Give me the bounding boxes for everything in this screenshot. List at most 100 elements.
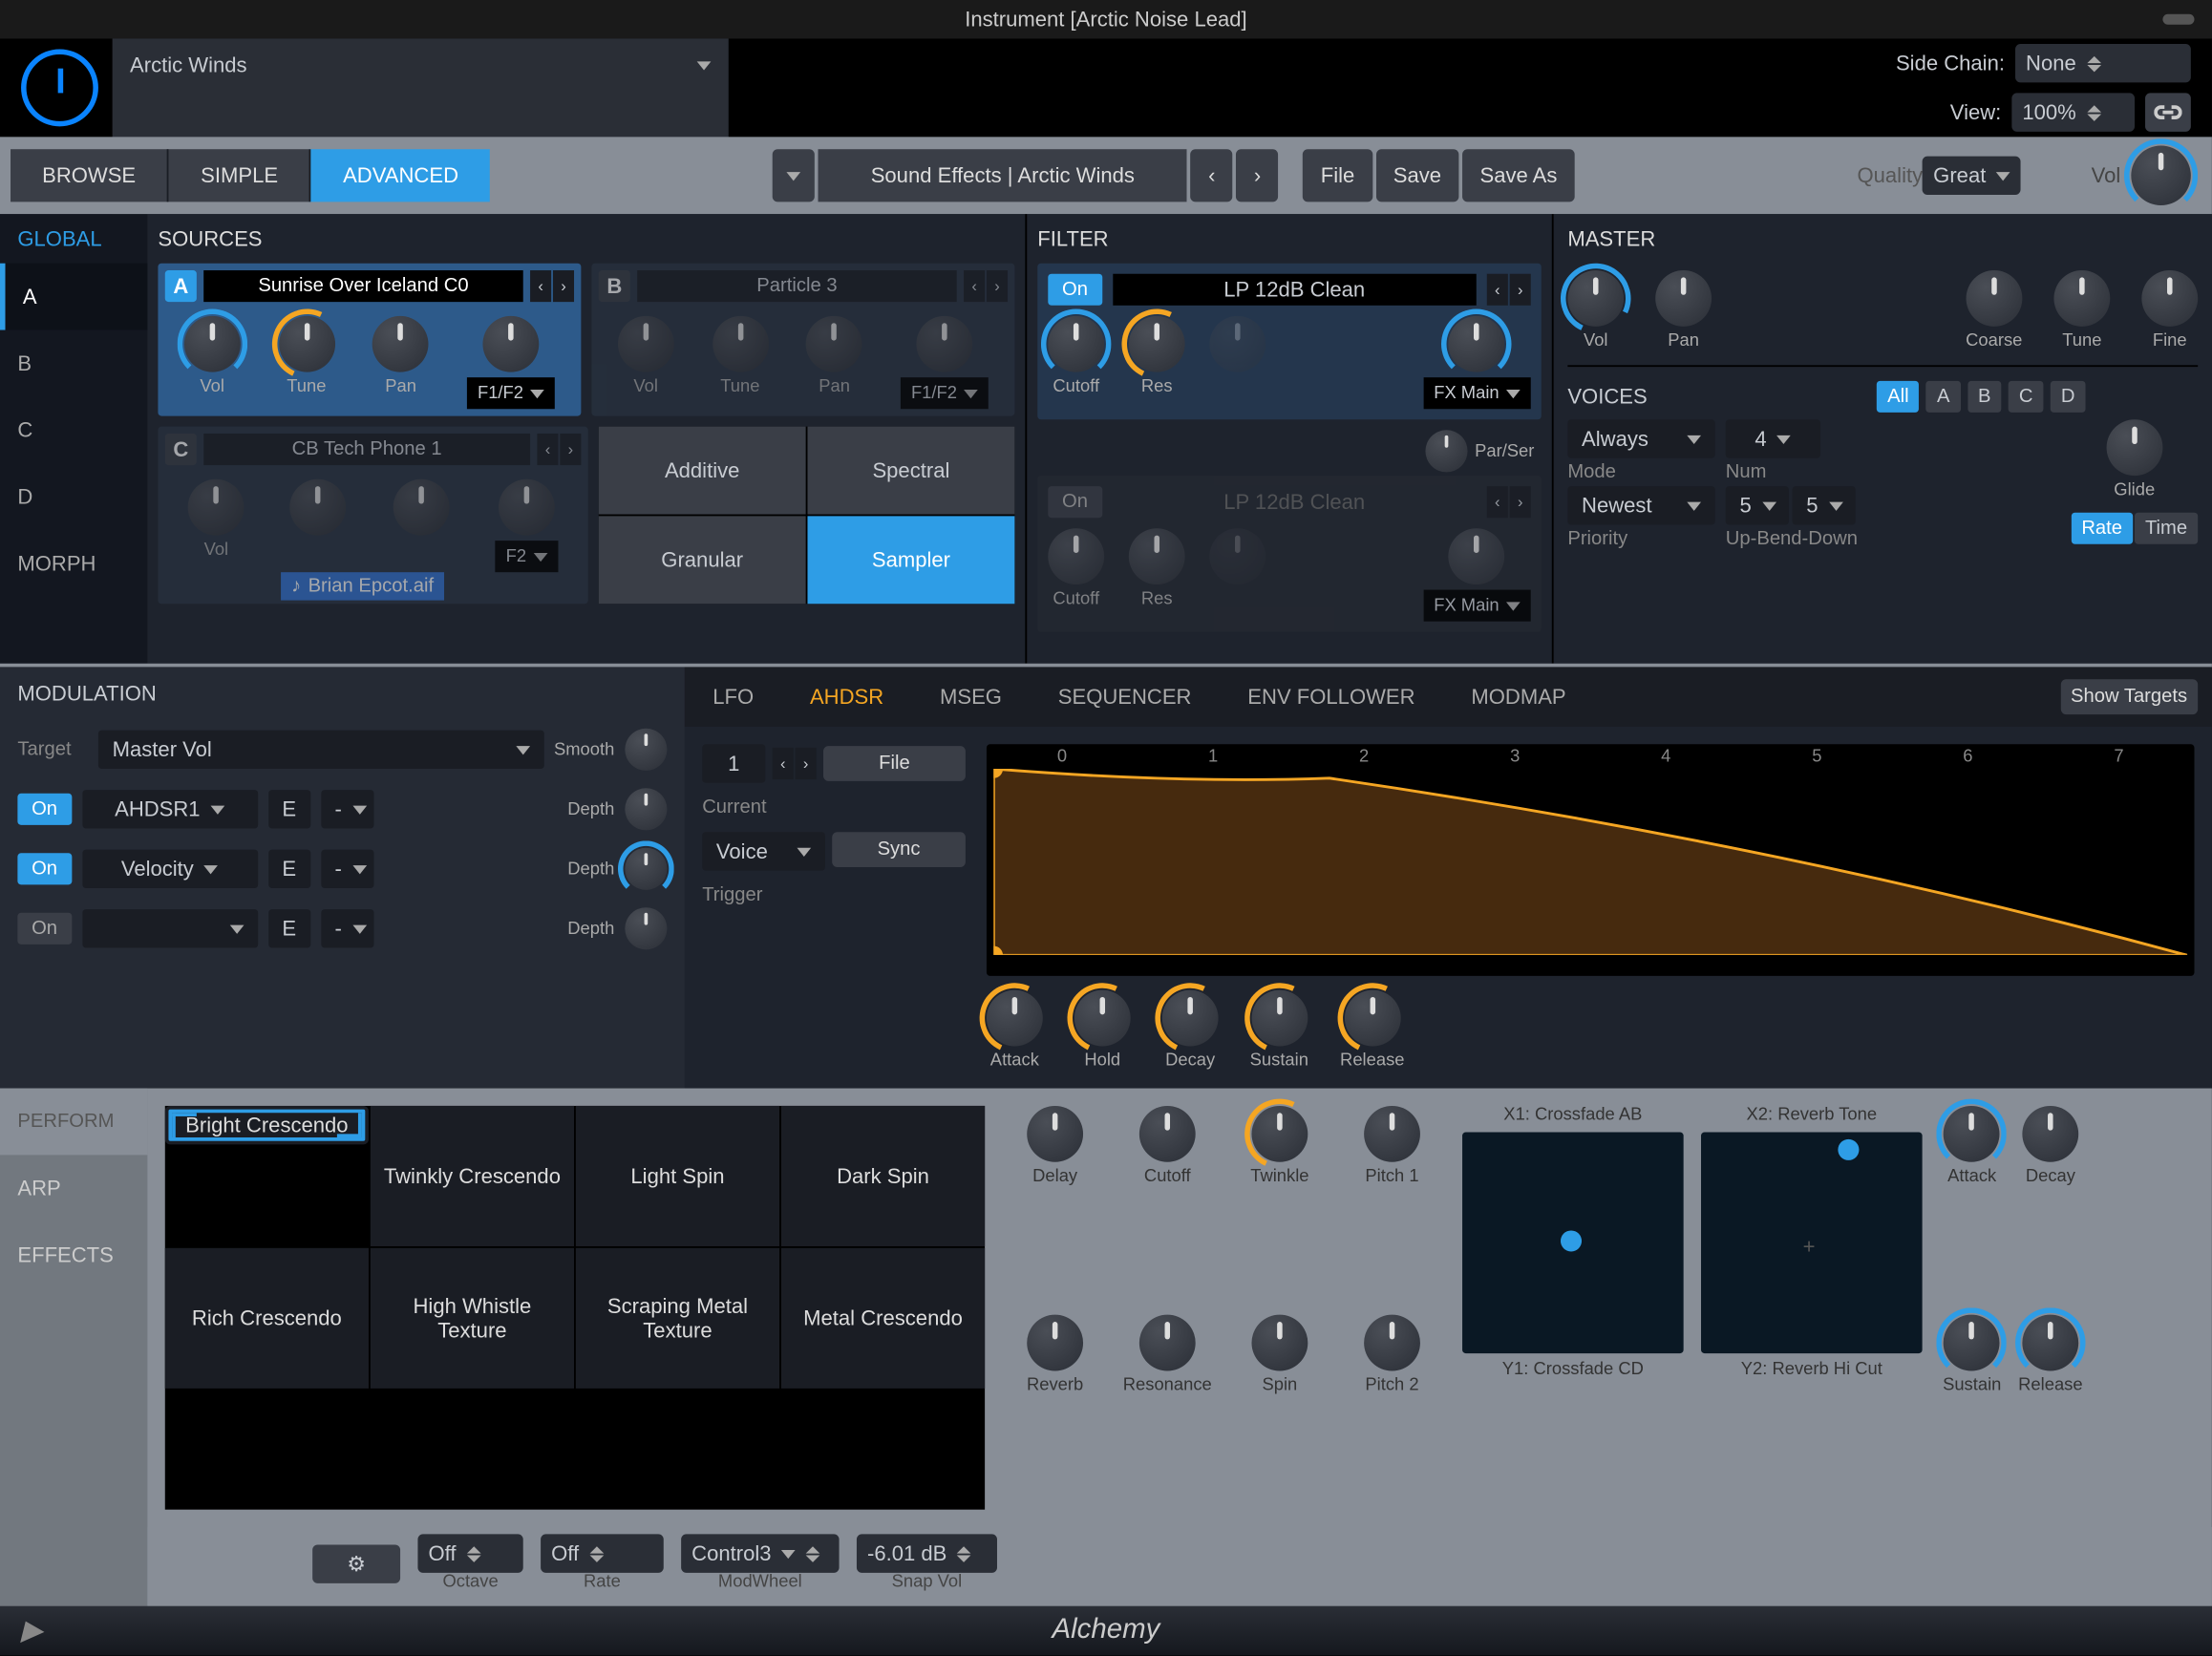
sidenav-item-b[interactable]: B [0,330,147,397]
source-c-name[interactable]: CB Tech Phone 1 [203,434,530,465]
upbend-b-select[interactable]: 5 [1793,486,1856,524]
perform-cell-1[interactable]: Bright Crescendo [165,1106,369,1144]
master-pan-knob[interactable] [1655,270,1712,327]
source-a[interactable]: A Sunrise Over Iceland C0 ‹› Vol Tune Pa… [158,264,581,416]
perform-tab-arp[interactable]: ARP [0,1155,147,1221]
source-c-nav[interactable]: ‹› [537,434,581,465]
source-c-vol-knob[interactable] [188,479,245,536]
sidenav-item-c[interactable]: C [0,396,147,463]
source-a-name[interactable]: Sunrise Over Iceland C0 [203,270,523,302]
rate-select[interactable]: Off [541,1534,664,1572]
env-attack-knob[interactable] [987,990,1043,1047]
modwheel-select[interactable]: Control3 [681,1534,839,1572]
env-hold-knob[interactable] [1074,990,1131,1047]
window-grab-handle[interactable] [2162,14,2194,25]
mod-row3-depth-knob[interactable] [625,907,667,949]
sidenav-item-d[interactable]: D [0,463,147,530]
source-a-pan-knob[interactable] [372,316,429,372]
perf-resonance-knob[interactable] [1139,1315,1196,1371]
synth-mode-sampler[interactable]: Sampler [807,516,1014,604]
show-targets-button[interactable]: Show Targets [2060,679,2198,714]
source-b-pan-knob[interactable] [806,316,862,372]
source-a-vol-knob[interactable] [184,316,241,372]
filter1-cutoff-knob[interactable] [1048,316,1104,372]
master-tune-knob[interactable] [2053,270,2110,327]
preset-menu-button[interactable] [773,149,815,202]
voices-priority-select[interactable]: Newest [1567,486,1714,524]
octave-select[interactable]: Off [417,1534,522,1572]
perform-cell-2[interactable]: Twinkly Crescendo [371,1106,574,1246]
side-chain-select[interactable]: None [2015,44,2191,82]
filter2-on-button[interactable]: On [1048,486,1101,518]
glide-rate-button[interactable]: Rate [2071,513,2133,544]
source-c-filter-select[interactable]: F2 [496,541,559,572]
perf-pitch2-knob[interactable] [1364,1315,1420,1371]
perform-cell-3[interactable]: Light Spin [576,1106,779,1246]
voices-c-button[interactable]: C [2009,381,2044,413]
voices-all-button[interactable]: All [1877,381,1920,413]
voices-num-select[interactable]: 4 [1726,419,1820,457]
view-zoom-select[interactable]: 100% [2011,93,2135,131]
perform-cell-7[interactable]: Scraping Metal Texture [576,1248,779,1389]
envelope-graph[interactable]: 0 1 2 3 4 5 6 7 [987,744,2195,976]
perform-cell-5[interactable]: Rich Crescendo [165,1248,369,1389]
filter1-res-knob[interactable] [1129,316,1185,372]
env-decay-knob[interactable] [1162,990,1219,1047]
master-vol-knob[interactable] [1567,270,1624,327]
sidenav-item-a[interactable]: A [0,264,147,330]
voices-mode-select[interactable]: Always [1567,419,1714,457]
mod-smooth-knob[interactable] [625,729,667,771]
perf-cutoff-knob[interactable] [1139,1106,1196,1162]
sidenav-global[interactable]: GLOBAL [0,214,147,263]
save-button[interactable]: Save [1375,149,1458,202]
file-button[interactable]: File [1303,149,1372,202]
voices-a-button[interactable]: A [1926,381,1961,413]
perform-cell-4[interactable]: Dark Spin [781,1106,985,1246]
save-as-button[interactable]: Save As [1462,149,1575,202]
mod-row3-source[interactable] [82,909,258,947]
perf-decay-knob[interactable] [2022,1106,2078,1162]
filter1-on-button[interactable]: On [1048,274,1101,306]
parser-knob[interactable] [1426,430,1468,472]
modtab-mseg[interactable]: MSEG [912,667,1031,726]
tab-simple[interactable]: SIMPLE [167,149,309,202]
source-b-nav[interactable]: ‹› [964,270,1008,302]
env-sustain-knob[interactable] [1251,990,1308,1047]
source-a-filter-select[interactable]: F1/F2 [467,377,555,409]
xy-pad-1[interactable] [1462,1133,1684,1354]
source-a-tune-knob[interactable] [278,316,334,372]
source-b-name[interactable]: Particle 3 [637,270,957,302]
master-coarse-knob[interactable] [1966,270,2022,327]
play-icon[interactable]: ▶ [21,1613,43,1648]
snap-vol-select[interactable]: -6.01 dB [857,1534,997,1572]
quality-select[interactable]: Great [1923,157,2021,195]
modtab-lfo[interactable]: LFO [685,667,782,726]
glide-knob[interactable] [2106,419,2162,476]
source-c[interactable]: C CB Tech Phone 1 ‹› Vol F2 ♪ Brian Epco… [158,427,587,605]
source-b-filter-select[interactable]: F1/F2 [901,377,989,409]
filter1-route-knob[interactable] [1449,316,1505,372]
source-b[interactable]: B Particle 3 ‹› Vol Tune Pan F1/F2 [591,264,1014,416]
source-a-nav[interactable]: ‹› [530,270,574,302]
perf-twinkle-knob[interactable] [1251,1106,1308,1162]
modtab-envfollower[interactable]: ENV FOLLOWER [1220,667,1443,726]
perform-settings-button[interactable]: ⚙ [312,1544,400,1582]
synth-mode-additive[interactable]: Additive [599,427,806,515]
master-fine-knob[interactable] [2141,270,2198,327]
perf-spin-knob[interactable] [1251,1315,1308,1371]
perf-reverb-knob[interactable] [1027,1315,1083,1371]
dragged-file-tag[interactable]: ♪ Brian Epcot.aif [281,572,444,600]
filter2-cutoff-knob[interactable] [1048,528,1104,584]
env-file-button[interactable]: File [823,746,966,781]
mod-row2-depth-knob[interactable] [625,848,667,890]
preset-next-button[interactable]: › [1237,149,1279,202]
synth-mode-spectral[interactable]: Spectral [807,427,1014,515]
link-icon[interactable] [2145,93,2191,131]
perform-cell-8[interactable]: Metal Crescendo [781,1248,985,1389]
tab-browse[interactable]: BROWSE [11,149,167,202]
env-trigger-select[interactable]: Voice [702,832,825,870]
preset-path[interactable]: Sound Effects | Arctic Winds [819,149,1188,202]
voices-b-button[interactable]: B [1967,381,2002,413]
modtab-sequencer[interactable]: SEQUENCER [1030,667,1220,726]
master-vol-knob[interactable] [2131,146,2190,205]
